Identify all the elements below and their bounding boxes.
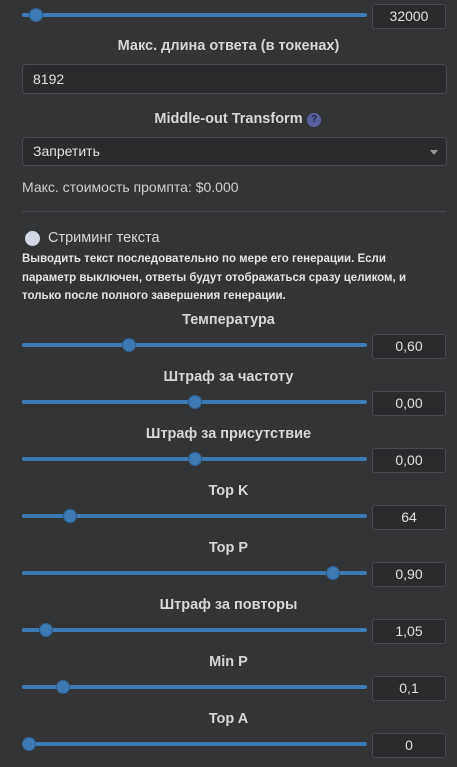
divider xyxy=(22,211,446,212)
slider-track xyxy=(22,742,367,746)
context-size-value[interactable]: 32000 xyxy=(372,4,446,29)
slider-thumb[interactable] xyxy=(187,395,202,409)
slider-thumb[interactable] xyxy=(187,452,202,466)
max-response-label: Макс. длина ответа (в токенах) xyxy=(117,38,340,54)
param-slider[interactable] xyxy=(22,452,367,466)
param-label: Top P xyxy=(208,540,249,556)
slider-thumb[interactable] xyxy=(63,509,78,523)
streaming-label[interactable]: Стриминг текста xyxy=(48,230,160,246)
streaming-description: Выводить текст последовательно по мере е… xyxy=(22,253,407,302)
param-label: Min P xyxy=(209,654,248,670)
middle-out-select[interactable]: Запретить xyxy=(22,137,447,166)
slider-track xyxy=(22,13,367,17)
param-value[interactable]: 0,00 xyxy=(372,391,446,416)
param-value[interactable]: 0,00 xyxy=(372,448,446,473)
param-label: Штраф за повторы xyxy=(159,597,298,613)
slider-track xyxy=(22,343,367,347)
param-value[interactable]: 64 xyxy=(372,505,446,530)
param-value[interactable]: 0,1 xyxy=(372,676,446,701)
slider-thumb[interactable] xyxy=(21,737,36,751)
param-label: Штраф за частоту xyxy=(163,369,294,385)
param-value[interactable]: 0,90 xyxy=(372,562,446,587)
param-slider[interactable] xyxy=(22,623,367,637)
slider-thumb[interactable] xyxy=(28,8,43,22)
param-slider[interactable] xyxy=(22,338,367,352)
streaming-toggle[interactable] xyxy=(25,231,40,246)
middle-out-selected: Запретить xyxy=(33,143,100,159)
slider-track xyxy=(22,571,367,575)
param-value[interactable]: 1,05 xyxy=(372,619,446,644)
slider-thumb[interactable] xyxy=(39,623,54,637)
slider-thumb[interactable] xyxy=(121,338,136,352)
param-label: Top A xyxy=(208,711,249,727)
param-slider[interactable] xyxy=(22,566,367,580)
param-slider[interactable] xyxy=(21,737,367,751)
slider-track xyxy=(22,685,367,689)
param-slider[interactable] xyxy=(22,509,367,523)
max-response-input[interactable]: 8192 xyxy=(22,64,447,94)
param-value[interactable]: 0 xyxy=(372,733,446,758)
param-slider[interactable] xyxy=(22,680,367,694)
param-slider[interactable] xyxy=(22,395,367,409)
context-size-slider[interactable] xyxy=(22,8,367,22)
slider-thumb[interactable] xyxy=(325,566,340,580)
max-cost-text: Макс. стоимость промпта: $0.000 xyxy=(22,179,239,195)
help-icon[interactable]: ? xyxy=(307,113,321,127)
param-label: Top K xyxy=(208,483,249,499)
param-value[interactable]: 0,60 xyxy=(372,334,446,359)
param-label: Штраф за присутствие xyxy=(145,426,312,442)
middle-out-label: Middle-out Transform xyxy=(154,111,303,127)
slider-track xyxy=(22,628,367,632)
param-label: Температура xyxy=(182,312,275,328)
slider-thumb[interactable] xyxy=(56,680,71,694)
chevron-down-icon xyxy=(430,150,438,155)
